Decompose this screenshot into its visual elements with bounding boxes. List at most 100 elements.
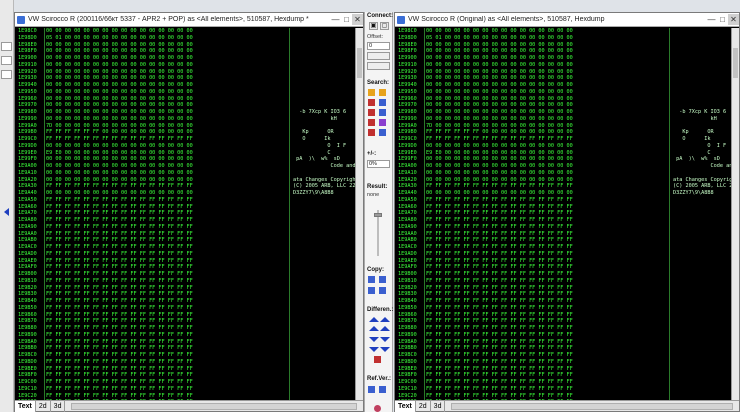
row-ascii[interactable]: kH [293, 116, 362, 123]
row-hex-bytes[interactable]: FF FF FF FF FF FF FF FF FF FF FF FF FF F… [46, 204, 286, 211]
hex-column[interactable]: 00 00 00 00 00 00 00 00 00 00 00 00 00 0… [46, 28, 286, 400]
row-hex-bytes[interactable]: FF FF FF FF FF FF FF FF FF FF FF FF FF F… [426, 379, 666, 386]
row-hex-bytes[interactable]: FF FF FF FF FF FF FF FF FF FF FF FF FF F… [46, 285, 286, 292]
arrow-down-icon[interactable] [369, 337, 379, 342]
row-ascii[interactable] [293, 237, 362, 244]
tab-2d[interactable]: 2d [36, 400, 51, 412]
row-hex-bytes[interactable]: FF FF FF FF FF FF FF FF FF FF FF FF FF F… [426, 359, 666, 366]
row-hex-bytes[interactable]: 00 00 00 00 00 00 00 00 00 00 00 00 00 0… [46, 55, 286, 62]
row-ascii[interactable] [293, 264, 362, 271]
row-hex-bytes[interactable]: FF FF FF FF FF FF FF FF FF FF FF FF FF F… [46, 197, 286, 204]
row-ascii[interactable] [293, 305, 362, 312]
arrow-up-icon[interactable] [380, 317, 390, 322]
row-hex-bytes[interactable]: FF FF FF FF FF FF FF FF FF FF FF FF FF F… [46, 312, 286, 319]
row-hex-bytes[interactable]: 00 00 00 00 00 00 00 00 00 00 00 00 00 0… [46, 109, 286, 116]
row-hex-bytes[interactable]: 00 00 00 00 00 00 00 00 00 00 00 00 00 0… [46, 89, 286, 96]
row-hex-bytes[interactable]: FF FF FF FF FF FF FF FF FF FF FF FF FF F… [46, 210, 286, 217]
row-ascii[interactable] [673, 237, 739, 244]
row-hex-bytes[interactable]: FF FF FF FF FF FF FF FF FF FF FF FF FF F… [46, 379, 286, 386]
row-ascii[interactable] [673, 204, 739, 211]
arrow-up-icon[interactable] [380, 326, 390, 331]
row-ascii[interactable] [673, 325, 739, 332]
row-ascii[interactable] [673, 28, 739, 35]
row-hex-bytes[interactable]: FF FF FF FF FF FF FF FF FF FF FF FF FF F… [46, 136, 286, 143]
row-ascii[interactable] [293, 393, 362, 400]
row-ascii[interactable] [673, 258, 739, 265]
row-hex-bytes[interactable]: 00 00 00 00 00 00 00 00 00 00 00 00 00 0… [426, 42, 666, 49]
arrow-down-icon[interactable] [369, 347, 379, 352]
row-ascii[interactable] [293, 28, 362, 35]
row-ascii[interactable] [293, 339, 362, 346]
row-ascii[interactable] [293, 224, 362, 231]
search-next-icon[interactable] [379, 89, 386, 96]
row-hex-bytes[interactable]: 00 00 00 00 00 00 00 00 00 00 00 00 00 0… [426, 190, 666, 197]
ascii-column[interactable]: -b 7Xcp K IO3 6 kH Kp OR O Ik O I F C pA… [293, 28, 362, 400]
row-hex-bytes[interactable]: 00 00 00 00 00 00 00 00 00 00 00 00 00 0… [426, 69, 666, 76]
row-hex-bytes[interactable]: FF FF FF FF FF FF FF FF FF FF FF FF FF F… [46, 278, 286, 285]
offset-apply[interactable] [367, 62, 390, 70]
row-ascii[interactable] [293, 197, 362, 204]
row-hex-bytes[interactable]: FF FF FF FF FF FF FF FF FF FF FF FF FF F… [426, 231, 666, 238]
dropdown-control[interactable] [1, 56, 12, 65]
minimize-button[interactable]: — [706, 14, 717, 25]
row-ascii[interactable] [673, 210, 739, 217]
row-ascii[interactable]: Code and D [673, 163, 739, 170]
row-ascii[interactable] [293, 217, 362, 224]
row-ascii[interactable] [293, 386, 362, 393]
dropdown-control[interactable] [1, 42, 12, 51]
row-ascii[interactable] [293, 96, 362, 103]
row-hex-bytes[interactable]: 00 00 00 00 00 00 00 00 00 00 00 00 00 0… [46, 28, 286, 35]
search-find-icon[interactable] [379, 109, 386, 116]
row-hex-bytes[interactable]: FF FF FF FF FF FF FF FF FF FF FF FF FF F… [426, 332, 666, 339]
row-ascii[interactable] [673, 75, 739, 82]
scroll-thumb[interactable] [733, 48, 738, 78]
row-ascii[interactable] [673, 352, 739, 359]
row-ascii[interactable] [293, 244, 362, 251]
row-hex-bytes[interactable]: 00 00 00 00 00 00 00 00 00 00 00 00 00 0… [46, 156, 286, 163]
row-ascii[interactable] [293, 345, 362, 352]
row-ascii[interactable] [673, 305, 739, 312]
row-ascii[interactable]: ata Changes Copyright [673, 177, 739, 184]
search-mark-icon[interactable] [368, 99, 375, 106]
row-ascii[interactable] [293, 210, 362, 217]
row-hex-bytes[interactable]: FF FF FF FF FF FF FF FF FF FF FF FF FF F… [46, 291, 286, 298]
row-ascii[interactable] [673, 42, 739, 49]
row-ascii[interactable] [293, 170, 362, 177]
row-ascii[interactable] [673, 96, 739, 103]
close-button[interactable]: ✕ [728, 14, 739, 25]
row-ascii[interactable] [293, 278, 362, 285]
row-hex-bytes[interactable]: FF FF FF FF FF FF FF FF FF FF FF FF FF F… [426, 339, 666, 346]
row-ascii[interactable] [673, 271, 739, 278]
copy-left-icon[interactable] [368, 276, 375, 283]
row-hex-bytes[interactable]: FF FF FF FF FF FF FF FF FF FF FF FF FF F… [426, 352, 666, 359]
row-hex-bytes[interactable]: FF FF FF FF FF FF FF FF FF FF FF FF FF F… [46, 318, 286, 325]
row-ascii[interactable]: D3ZZY7\9\A8B8 [293, 190, 362, 197]
row-hex-bytes[interactable]: FF FF FF FF FF FF FF FF FF FF FF FF FF F… [426, 264, 666, 271]
row-hex-bytes[interactable]: FF FF FF FF FF FF FF FF FF FF FF FF FF F… [46, 345, 286, 352]
row-ascii[interactable]: O I F [673, 143, 739, 150]
row-hex-bytes[interactable]: FF FF FF FF FF FF FF FF FF FF FF FF FF F… [426, 372, 666, 379]
close-button[interactable]: ✕ [352, 14, 363, 25]
row-ascii[interactable]: pA )\ w% sD [293, 156, 362, 163]
horizontal-scrollbar[interactable] [71, 402, 357, 410]
vertical-scrollbar[interactable] [355, 28, 363, 400]
row-hex-bytes[interactable]: FF FF FF FF FF FF FF FF FF FF FF FF FF F… [46, 386, 286, 393]
row-ascii[interactable] [673, 312, 739, 319]
row-hex-bytes[interactable]: FF FF FF FF FF FF FF FF FF FF FF FF FF F… [426, 258, 666, 265]
window-titlebar[interactable]: VW Scirocco R (Original) as <All element… [395, 13, 739, 27]
row-hex-bytes[interactable]: FF FF FF FF FF FF FF FF FF FF FF FF FF F… [46, 372, 286, 379]
row-hex-bytes[interactable]: FF FF FF FF FF FF FF FF FF FF FF FF FF F… [46, 305, 286, 312]
row-ascii[interactable] [293, 379, 362, 386]
row-ascii[interactable] [293, 312, 362, 319]
row-ascii[interactable] [673, 82, 739, 89]
row-hex-bytes[interactable]: FF FF FF FF FF FF FF FF FF FF FF FF FF F… [46, 298, 286, 305]
row-ascii[interactable]: O Ik [673, 136, 739, 143]
row-hex-bytes[interactable]: 00 00 00 00 00 00 00 00 00 00 00 00 00 0… [46, 177, 286, 184]
row-hex-bytes[interactable]: FF FF FF FF FF FF FF FF FF FF FF FF FF F… [46, 393, 286, 400]
row-hex-bytes[interactable]: FF FF FF FF FF FF FF FF FF FF FF FF FF F… [46, 366, 286, 373]
row-ascii[interactable] [293, 48, 362, 55]
row-hex-bytes[interactable]: 7D 00 00 00 00 00 00 00 00 00 00 00 00 0… [46, 123, 286, 130]
row-hex-bytes[interactable]: FF FF FF FF FF FF FF FF FF FF FF FF FF F… [426, 197, 666, 204]
row-ascii[interactable]: kH [673, 116, 739, 123]
row-ascii[interactable] [293, 359, 362, 366]
